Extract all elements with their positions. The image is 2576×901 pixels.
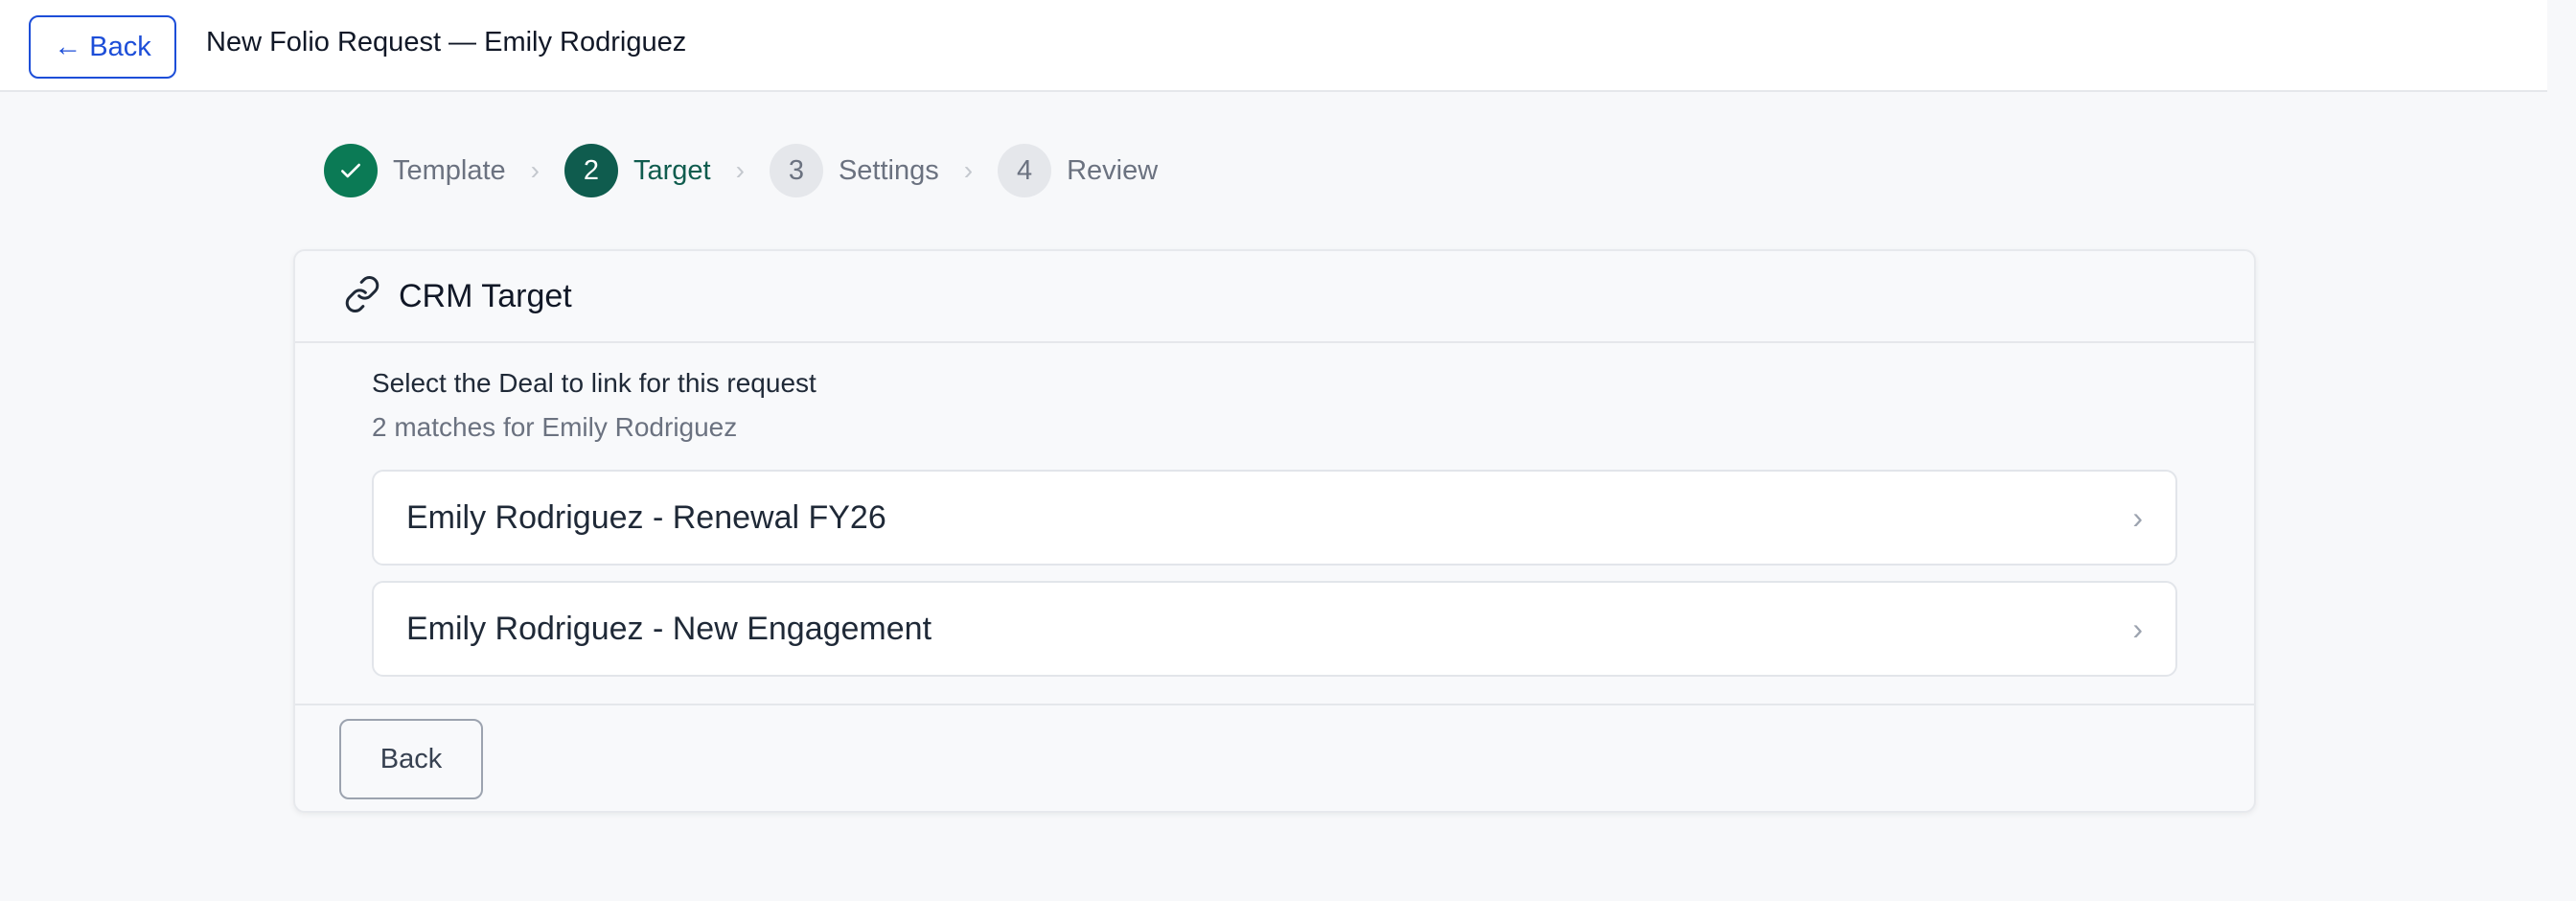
chevron-right-icon: › [2132,611,2143,646]
step-number: 2 [564,144,618,197]
chevron-right-icon: › [963,155,974,185]
top-bar: ← Back New Folio Request — Emily Rodrigu… [0,0,2547,92]
card-title: CRM Target [399,277,572,314]
back-button[interactable]: Back [339,719,483,799]
deal-name: Emily Rodriguez - Renewal FY26 [406,498,886,536]
step-label: Settings [838,154,939,186]
step-label: Target [633,154,711,186]
step-settings[interactable]: 3 Settings [769,144,939,197]
card-footer: Back [295,704,2254,813]
deal-name: Emily Rodriguez - New Engagement [406,610,932,647]
stepper: Template › 2 Target › 3 Settings › 4 Rev… [324,144,1158,197]
step-label: Review [1067,154,1159,186]
step-label: Template [393,154,506,186]
card-body: Select the Deal to link for this request… [295,343,2254,677]
crm-target-card: CRM Target Select the Deal to link for t… [293,249,2256,813]
link-icon [343,275,381,318]
match-count: 2 matches for Emily Rodriguez [372,412,738,442]
deal-list: Emily Rodriguez - Renewal FY26 › Emily R… [372,470,2177,677]
check-icon [324,144,378,197]
deal-option[interactable]: Emily Rodriguez - Renewal FY26 › [372,470,2177,566]
step-review[interactable]: 4 Review [998,144,1158,197]
step-number: 3 [769,144,823,197]
step-target[interactable]: 2 Target [564,144,711,197]
step-number: 4 [998,144,1052,197]
chevron-right-icon: › [2132,499,2143,535]
card-header: CRM Target [295,251,2254,343]
top-back-button[interactable]: ← Back [29,15,176,79]
chevron-right-icon: › [530,155,540,185]
chevron-right-icon: › [735,155,745,185]
deal-option[interactable]: Emily Rodriguez - New Engagement › [372,581,2177,677]
select-prompt: Select the Deal to link for this request [372,368,816,398]
step-template[interactable]: Template [324,144,506,197]
page-title: New Folio Request — Emily Rodriguez [206,27,687,58]
